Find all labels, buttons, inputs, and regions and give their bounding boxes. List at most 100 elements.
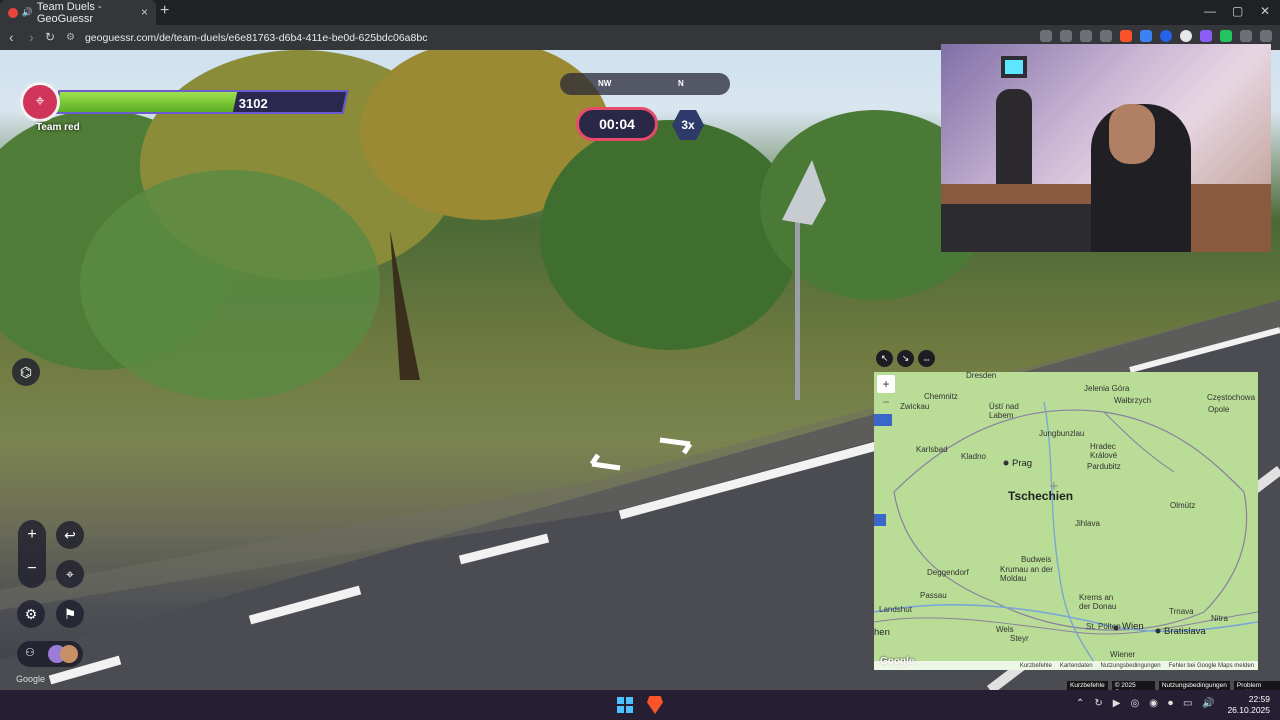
extension-icon[interactable]: [1060, 30, 1072, 42]
health-bar-track: 3102: [53, 90, 349, 114]
team-name: Team red: [36, 122, 80, 133]
tab-strip: 🔊 Team Duels - GeoGuessr × + — ▢ ✕: [0, 0, 1280, 25]
webcam-overlay: [941, 44, 1271, 252]
map-country-label: Tschechien: [1008, 489, 1074, 503]
volume-icon[interactable]: 🔊: [1202, 698, 1214, 709]
map-city-label: Jihlava: [1075, 519, 1100, 528]
new-tab-button[interactable]: +: [160, 2, 169, 20]
system-tray: ⌃ ↻ ▶ ◎ ◉ ⏺ ▭ 🔊: [1076, 698, 1215, 709]
extension-icon[interactable]: [1220, 30, 1232, 42]
map-city-label: hen: [874, 627, 890, 638]
map-city-label: Bratislava: [1164, 626, 1206, 637]
team-health-value: 3102: [238, 96, 268, 111]
map-footer-link[interactable]: Fehler bei Google Maps melden: [1169, 663, 1254, 669]
browser-tab[interactable]: 🔊 Team Duels - GeoGuessr ×: [0, 0, 156, 25]
chevron-up-icon[interactable]: ⌃: [1076, 698, 1084, 709]
clock-date: 26.10.2025: [1227, 705, 1270, 715]
network-icon[interactable]: ▭: [1183, 698, 1192, 709]
windows-start-button[interactable]: [617, 697, 633, 713]
edit-icon[interactable]: [1100, 30, 1112, 42]
map-city-label: St. Pölten: [1086, 622, 1121, 631]
map-zoom-in-button[interactable]: +: [877, 375, 895, 393]
map-footer-link[interactable]: Kartendaten: [1060, 663, 1093, 669]
round-timer: 00:04: [576, 107, 658, 141]
app-icon[interactable]: ◉: [1149, 698, 1158, 709]
map-city-label: Hradec Králové: [1090, 442, 1118, 460]
map-city-label: Landshut: [879, 605, 912, 614]
zoom-out-button[interactable]: −: [18, 560, 46, 578]
extension-icon[interactable]: [1160, 30, 1172, 42]
url-text: geoguessr.com/de/team-duels/e6e81763-d6b…: [84, 31, 428, 44]
streamer-face: [1109, 104, 1155, 164]
map-city-label: Jelenia Góra: [1084, 384, 1130, 393]
close-window-button[interactable]: ✕: [1260, 4, 1270, 18]
map-city-label: Prag: [1012, 458, 1033, 469]
map-city-label: Karlsbad: [916, 445, 948, 454]
brave-shield-icon[interactable]: [1120, 30, 1132, 42]
settings-button[interactable]: ⚙: [17, 600, 45, 628]
microphone-icon[interactable]: ⏺: [1168, 698, 1173, 709]
extension-icon[interactable]: [1140, 30, 1152, 42]
map-city-label: Krumau an der Moldau: [1000, 565, 1053, 583]
map-city-label: Wiener: [1110, 650, 1136, 659]
speaker-icon[interactable]: 🔊: [22, 7, 33, 18]
map-shrink-icon[interactable]: ↘: [897, 350, 914, 367]
maximize-button[interactable]: ▢: [1232, 4, 1243, 18]
undo-button[interactable]: ↩: [56, 521, 84, 549]
extension-icon[interactable]: [1040, 30, 1052, 42]
map-city-label: Pardubitz: [1087, 462, 1121, 471]
compass-label-n: N: [678, 79, 684, 88]
extensions-puzzle-icon[interactable]: [1240, 30, 1252, 42]
site-info-icon[interactable]: ⚙: [66, 32, 75, 43]
map-city-label: Nitra: [1211, 614, 1228, 623]
windows-taskbar: ⌃ ↻ ▶ ◎ ◉ ⏺ ▭ 🔊 22:59 26.10.2025: [0, 690, 1280, 720]
skeleton-figure: [996, 89, 1032, 194]
extension-icon[interactable]: [1200, 30, 1212, 42]
return-to-start-button[interactable]: ⌖: [56, 560, 84, 588]
app-icon[interactable]: ◎: [1130, 698, 1139, 709]
map-city-label: Steyr: [1010, 634, 1029, 643]
back-icon[interactable]: ‹: [9, 29, 14, 45]
compass-label-nw: NW: [598, 79, 612, 88]
gear-icon: ⚙: [24, 605, 38, 622]
undo-icon: ↩: [64, 526, 76, 543]
flag-icon: ⚑: [63, 605, 77, 622]
avatar: [60, 645, 78, 663]
map-city-label: Wels: [996, 625, 1014, 634]
guess-map[interactable]: + − Dresden Chemnitz Zwickau Ústí nad La…: [874, 372, 1258, 670]
map-zoom-out-button[interactable]: −: [877, 393, 895, 411]
map-footer-link[interactable]: Kurzbefehle: [1020, 663, 1052, 669]
translate-icon[interactable]: [1080, 30, 1092, 42]
play-icon[interactable]: ▶: [1113, 698, 1121, 709]
zoom-controls: + −: [18, 520, 46, 588]
geoguessr-favicon-icon: [8, 7, 18, 18]
map-pin-icon: ⌖: [20, 82, 60, 122]
forward-icon[interactable]: ›: [29, 29, 34, 45]
system-clock[interactable]: 22:59 26.10.2025: [1227, 694, 1270, 716]
extensions-area: [1040, 30, 1272, 42]
sync-icon[interactable]: ↻: [1094, 698, 1102, 709]
map-city-label: Kladno: [961, 452, 986, 461]
zoom-in-button[interactable]: +: [18, 526, 46, 544]
address-bar[interactable]: ⚙ geoguessr.com/de/team-duels/e6e81763-d…: [66, 28, 1026, 47]
map-footer-link[interactable]: Nutzungsbedingungen: [1101, 663, 1161, 669]
map-city-label: Dresden: [966, 372, 997, 380]
flag-button[interactable]: ⚑: [56, 600, 84, 628]
map-city-label: Opole: [1208, 405, 1230, 414]
pin-icon: ⌖: [66, 565, 74, 582]
menu-icon[interactable]: [1260, 30, 1272, 42]
minimize-button[interactable]: —: [1204, 4, 1216, 18]
map-city-label: Budweis: [1021, 555, 1052, 564]
extension-icon[interactable]: [1180, 30, 1192, 42]
map-city-label: Chemnitz: [924, 392, 958, 401]
map-pin-toggle-icon[interactable]: ⇔: [918, 350, 935, 367]
map-city-label: Passau: [920, 591, 947, 600]
compass-reset-button[interactable]: ⌬: [12, 358, 40, 386]
brave-browser-icon[interactable]: [647, 696, 663, 714]
map-expand-icon[interactable]: ↖: [876, 350, 893, 367]
reload-icon[interactable]: ↻: [45, 30, 55, 44]
map-city-label: Krems an der Donau: [1079, 593, 1117, 611]
team-players[interactable]: ⚇: [17, 641, 83, 667]
map-city-label: Wien: [1122, 621, 1144, 632]
tab-close-icon[interactable]: ×: [141, 5, 148, 19]
